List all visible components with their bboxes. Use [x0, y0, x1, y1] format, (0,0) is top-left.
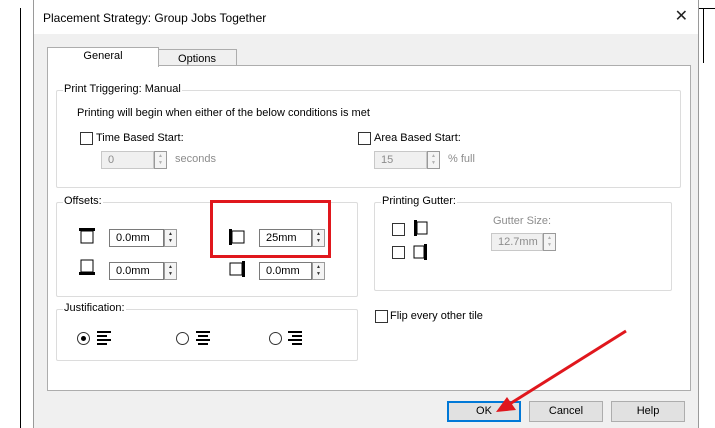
justify-left-radio[interactable] [77, 332, 90, 345]
top-offset-input[interactable]: 0.0mm [109, 229, 164, 247]
tab-options[interactable]: Options [157, 49, 237, 66]
spin-up-icon: ▲ [547, 235, 552, 241]
area-based-start-unit: % full [448, 153, 475, 165]
print-triggering-group: Print Triggering: Manual Printing will b… [56, 83, 681, 188]
align-center-icon [196, 331, 210, 345]
dialog-title: Placement Strategy: Group Jobs Together [43, 11, 267, 25]
spin-up-icon: ▲ [168, 264, 173, 270]
justification-title: Justification: [63, 302, 126, 314]
time-based-start-label: Time Based Start: [96, 132, 184, 144]
cancel-button[interactable]: Cancel [529, 401, 603, 422]
spin-down-icon: ▼ [547, 242, 552, 248]
tab-options-label: Options [178, 53, 216, 65]
gutter-size-spinner[interactable]: ▲ ▼ [543, 233, 556, 251]
time-based-start-spinner[interactable]: ▲ ▼ [154, 151, 167, 169]
background-window-edge [703, 8, 704, 63]
time-based-start-input[interactable]: 0 [101, 151, 154, 169]
spin-up-icon: ▲ [168, 231, 173, 237]
flip-every-other-tile-checkbox[interactable] [375, 310, 388, 323]
spin-down-icon: ▼ [431, 160, 436, 166]
spin-up-icon: ▲ [316, 264, 321, 270]
right-offset-input[interactable]: 0.0mm [259, 262, 312, 280]
spin-down-icon: ▼ [158, 160, 163, 166]
placement-strategy-dialog: Placement Strategy: Group Jobs Together … [33, 0, 699, 428]
close-icon[interactable]: ✕ [675, 6, 688, 26]
printing-gutter-group: Printing Gutter: Gutter Size: 12.7mm ▲ ▼ [374, 195, 672, 291]
gutter-size-label: Gutter Size: [493, 215, 552, 227]
help-button[interactable]: Help [611, 401, 685, 422]
highlight-annotation-box [210, 200, 331, 258]
area-based-start-label: Area Based Start: [374, 132, 461, 144]
bottom-offset-spinner[interactable]: ▲ ▼ [164, 262, 177, 280]
right-offset-spinner[interactable]: ▲ ▼ [312, 262, 325, 280]
offsets-title: Offsets: [63, 195, 103, 207]
spin-down-icon: ▼ [316, 271, 321, 277]
justification-group: Justification: [56, 302, 358, 361]
bottom-offset-input[interactable]: 0.0mm [109, 262, 164, 280]
top-offset-icon [79, 228, 95, 244]
ok-button[interactable]: OK [447, 401, 521, 422]
general-tab-panel: Print Triggering: Manual Printing will b… [47, 65, 691, 391]
align-right-icon [288, 331, 302, 345]
justify-center-radio[interactable] [176, 332, 189, 345]
spin-up-icon: ▲ [158, 153, 163, 159]
time-based-start-unit: seconds [175, 153, 216, 165]
spin-down-icon: ▼ [168, 271, 173, 277]
gutter-right-checkbox[interactable] [392, 246, 405, 259]
gutter-left-checkbox[interactable] [392, 223, 405, 236]
title-bar: Placement Strategy: Group Jobs Together … [34, 0, 698, 34]
gutter-size-input[interactable]: 12.7mm [491, 233, 543, 251]
area-based-start-checkbox[interactable] [358, 132, 371, 145]
top-offset-spinner[interactable]: ▲ ▼ [164, 229, 177, 247]
tab-general-label: General [83, 50, 123, 62]
flip-every-other-tile-label: Flip every other tile [390, 310, 483, 322]
bottom-offset-icon [79, 259, 95, 275]
align-left-icon [97, 331, 111, 345]
spin-down-icon: ▼ [168, 238, 173, 244]
justify-right-radio[interactable] [269, 332, 282, 345]
print-triggering-description: Printing will begin when either of the b… [77, 107, 370, 119]
time-based-start-checkbox[interactable] [80, 132, 93, 145]
background-window-top [697, 8, 715, 9]
gutter-right-icon [413, 244, 427, 260]
background-window-edge [20, 8, 21, 428]
right-offset-icon [229, 261, 245, 277]
area-based-start-input[interactable]: 15 [374, 151, 427, 169]
print-triggering-title: Print Triggering: Manual [63, 83, 182, 95]
spin-up-icon: ▲ [431, 153, 436, 159]
gutter-left-icon [414, 220, 428, 236]
area-based-start-spinner[interactable]: ▲ ▼ [427, 151, 440, 169]
tab-general[interactable]: General [47, 47, 159, 67]
printing-gutter-title: Printing Gutter: [381, 195, 457, 207]
